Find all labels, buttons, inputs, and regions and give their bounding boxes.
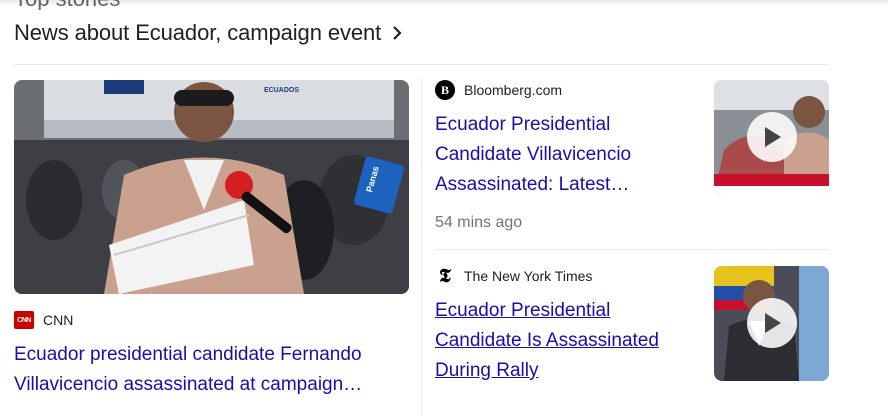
story-source-bloomberg: B Bloomberg.com xyxy=(435,80,562,100)
title-line: Assassinated: Latest… xyxy=(435,174,630,195)
cnn-logo-icon: CNN xyxy=(14,311,34,329)
nyt-logo-icon: 𝕿 xyxy=(439,265,451,287)
section-title: News about Ecuador, campaign event xyxy=(14,20,382,45)
section-header-link[interactable]: News about Ecuador, campaign event xyxy=(14,18,405,48)
top-stories-partial-heading: Top stories xyxy=(14,0,120,10)
title-line: Ecuador presidential candidate Fernando xyxy=(14,344,362,365)
source-name: Bloomberg.com xyxy=(464,82,563,98)
title-line: Ecuador Presidential xyxy=(435,300,611,321)
divider xyxy=(14,64,830,65)
story-divider xyxy=(434,249,830,250)
story-thumbnail-nyt[interactable] xyxy=(714,266,829,381)
source-name: The New York Times xyxy=(464,268,593,284)
story-source-nyt: 𝕿 The New York Times xyxy=(435,265,593,287)
column-divider xyxy=(421,78,422,416)
story-title-bloomberg[interactable]: Ecuador Presidential Candidate Villavice… xyxy=(435,110,685,200)
story-title-nyt[interactable]: Ecuador Presidential Candidate Is Assass… xyxy=(435,296,685,386)
story-timestamp: 54 mins ago xyxy=(435,214,523,231)
main-story-image[interactable]: ECUADOS Panas xyxy=(14,80,409,294)
main-story-title[interactable]: Ecuador presidential candidate Fernando … xyxy=(14,340,409,400)
title-line: Villavicencio assassinated at campaign… xyxy=(14,374,363,395)
title-line: Candidate Villavicencio xyxy=(435,144,632,165)
play-icon[interactable] xyxy=(747,298,797,348)
play-icon[interactable] xyxy=(747,112,797,162)
title-line: Ecuador Presidential xyxy=(435,114,611,135)
main-story-source: CNN CNN xyxy=(14,310,73,330)
title-line: Candidate Is Assassinated xyxy=(435,330,659,351)
bloomberg-logo-icon: B xyxy=(435,80,455,100)
top-strip: Top stories xyxy=(0,0,888,10)
story-thumbnail-bloomberg[interactable] xyxy=(714,80,829,195)
title-line: During Rally xyxy=(435,360,539,381)
chevron-right-icon xyxy=(391,26,405,40)
source-name: CNN xyxy=(43,312,74,328)
sign-text: ECUADOS xyxy=(264,87,299,94)
header-shadow xyxy=(0,0,888,6)
